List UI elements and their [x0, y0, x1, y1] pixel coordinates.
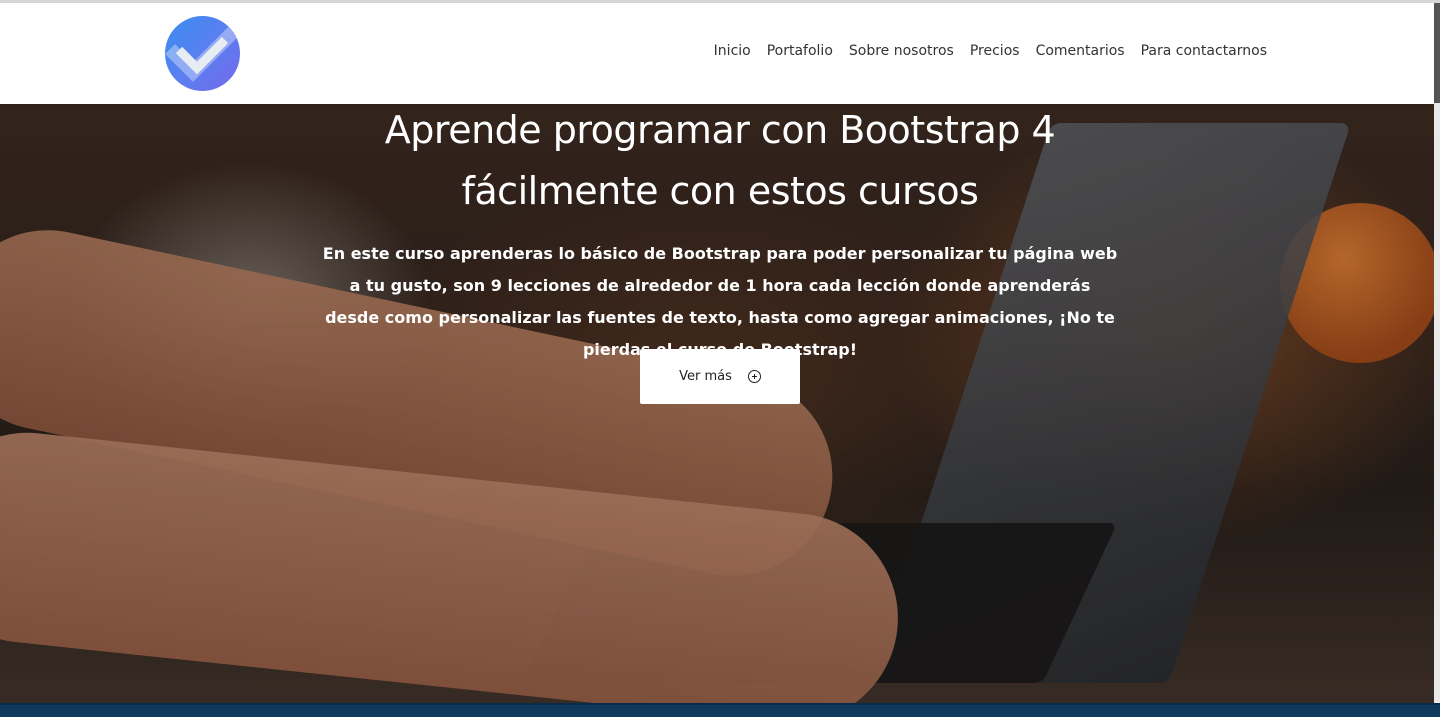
hero-description: En este curso aprenderas lo básico de Bo… — [322, 244, 1118, 359]
check-logo-icon[interactable] — [165, 16, 240, 91]
nav-link-precios[interactable]: Precios — [970, 43, 1020, 59]
hero-title: Aprende programar con Bootstrap 4 fácilm… — [384, 108, 1056, 213]
hero-content: Aprende programar con Bootstrap 4 fácilm… — [300, 100, 1140, 366]
nav-link-contacto[interactable]: Para contactarnos — [1141, 43, 1267, 59]
nav-link-sobre-nosotros[interactable]: Sobre nosotros — [849, 43, 954, 59]
ver-mas-button[interactable]: Ver más — [640, 349, 800, 404]
nav-link-inicio[interactable]: Inicio — [714, 43, 751, 59]
plus-circle-icon — [747, 370, 761, 383]
navbar: Inicio Portafolio Sobre nosotros Precios… — [0, 3, 1434, 104]
scrollbar-thumb[interactable] — [1434, 3, 1440, 103]
nav-link-comentarios[interactable]: Comentarios — [1036, 43, 1125, 59]
taskbar — [0, 703, 1440, 717]
scrollbar-track[interactable] — [1434, 3, 1440, 703]
nav-link-portafolio[interactable]: Portafolio — [767, 43, 833, 59]
nav-links: Inicio Portafolio Sobre nosotros Precios… — [714, 43, 1267, 59]
page: Aprende programar con Bootstrap 4 fácilm… — [0, 0, 1440, 717]
ver-mas-label: Ver más — [679, 369, 732, 384]
